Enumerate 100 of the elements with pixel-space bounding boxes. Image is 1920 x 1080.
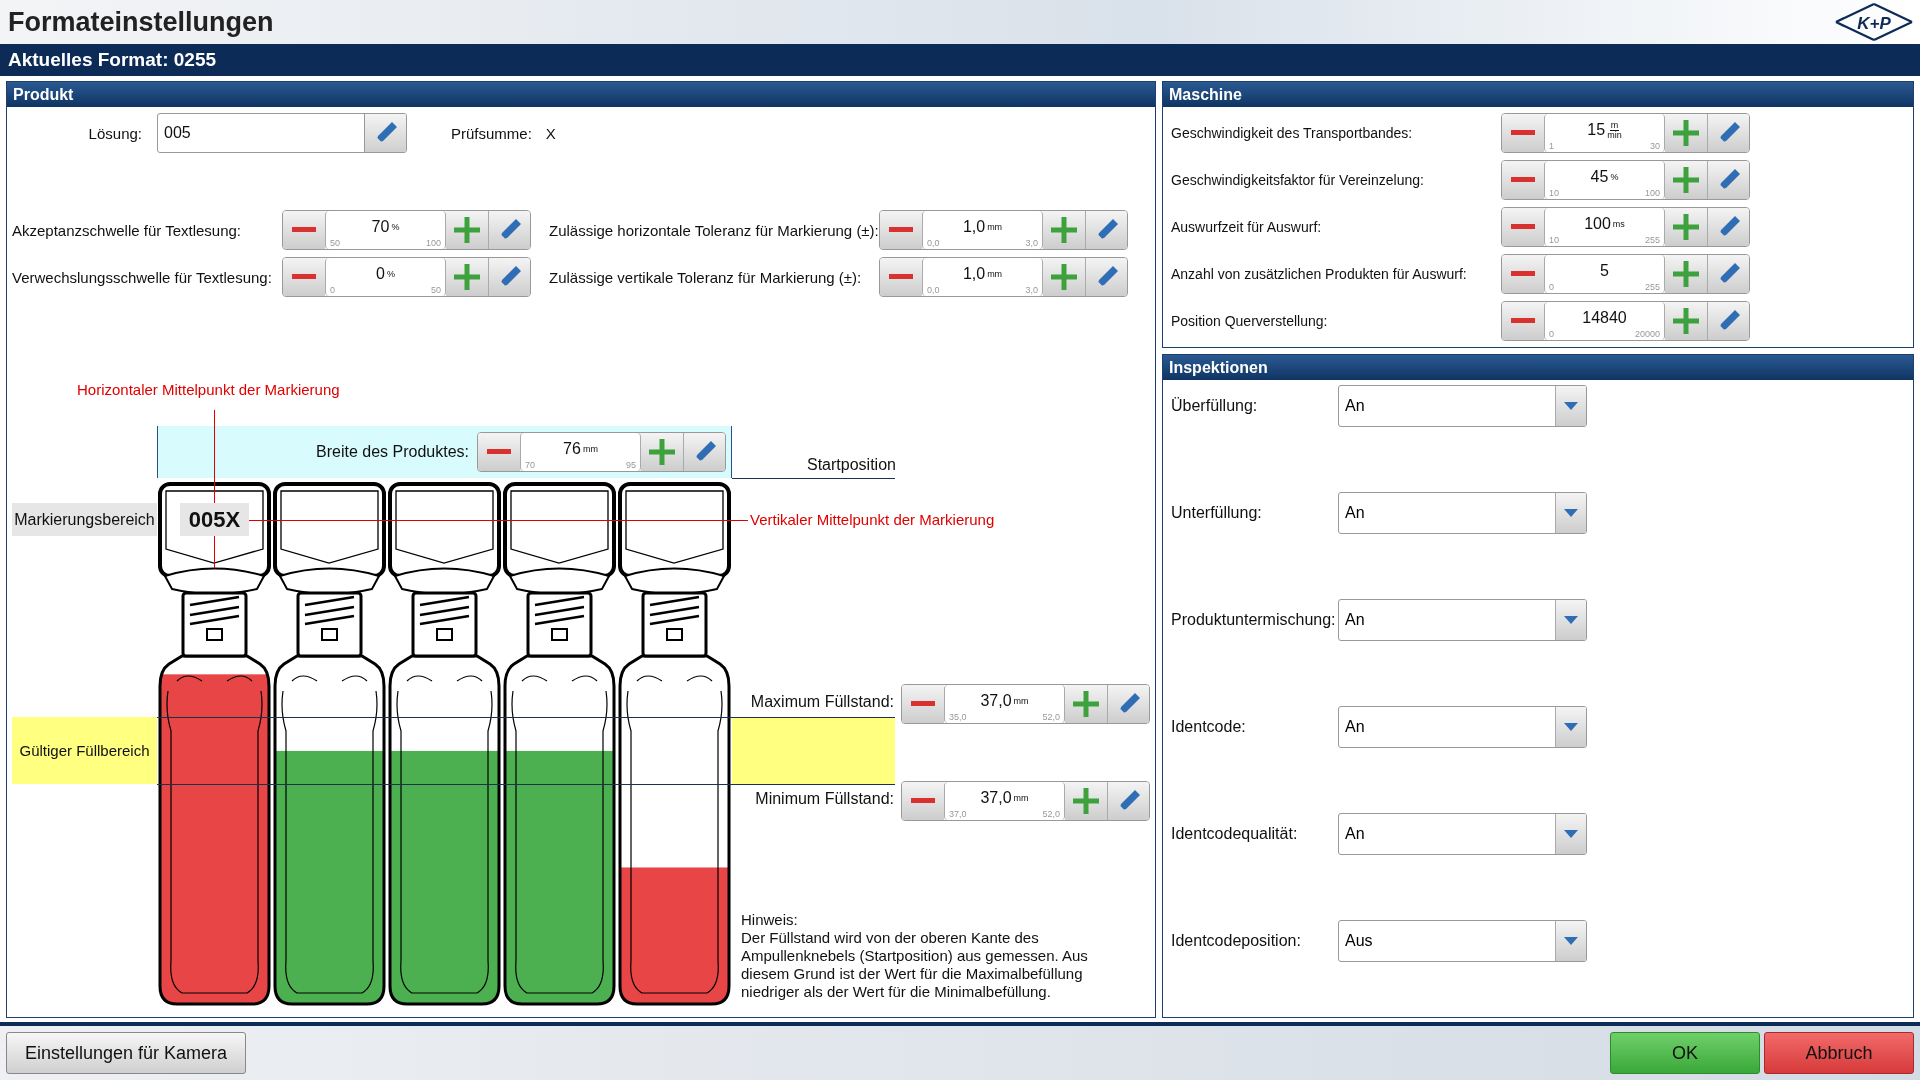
- value-field[interactable]: 100 ms 10 255: [1544, 208, 1665, 246]
- checksum-value: X: [545, 124, 556, 142]
- dropdown[interactable]: An: [1338, 599, 1587, 641]
- caret-icon: [1564, 616, 1578, 624]
- max-label: 3,0: [1025, 285, 1038, 295]
- note-title: Hinweis:: [741, 911, 798, 929]
- edit-button[interactable]: [488, 258, 530, 296]
- dropdown[interactable]: An: [1338, 706, 1587, 748]
- value-field[interactable]: 1,0 mm 0,0 3,0: [922, 258, 1043, 296]
- minus-button[interactable]: [880, 211, 922, 249]
- plus-button[interactable]: [641, 433, 683, 471]
- value-field[interactable]: 1,0 mm 0,0 3,0: [922, 211, 1043, 249]
- plus-button[interactable]: [446, 211, 488, 249]
- plus-button[interactable]: [1665, 161, 1707, 199]
- edit-button[interactable]: [1085, 258, 1127, 296]
- minus-button[interactable]: [283, 211, 325, 249]
- value-field[interactable]: 37,0 mm 37,0 52,0: [944, 782, 1065, 820]
- dropdown[interactable]: An: [1338, 492, 1587, 534]
- minus-button[interactable]: [283, 258, 325, 296]
- plus-icon: [1051, 264, 1077, 290]
- edit-button[interactable]: [1707, 302, 1749, 340]
- dropdown[interactable]: An: [1338, 385, 1587, 427]
- plus-button[interactable]: [1665, 208, 1707, 246]
- edit-button[interactable]: [1707, 255, 1749, 293]
- minus-button[interactable]: [902, 685, 944, 723]
- plus-icon: [1073, 691, 1099, 717]
- edit-button[interactable]: [1707, 114, 1749, 152]
- plus-button[interactable]: [1043, 211, 1085, 249]
- edit-button[interactable]: [1085, 211, 1127, 249]
- min-label: 10: [1549, 188, 1559, 198]
- annotation-label: Startposition: [807, 456, 896, 474]
- setting-label: Verwechslungsschwelle für Textlesung:: [11, 268, 273, 286]
- value-field[interactable]: 70% 50 100: [325, 211, 446, 249]
- minus-icon: [889, 274, 913, 280]
- max-label: 100: [425, 238, 441, 248]
- minus-button[interactable]: [1502, 255, 1544, 293]
- minus-button[interactable]: [880, 258, 922, 296]
- dropdown[interactable]: An: [1338, 813, 1587, 855]
- caret-icon: [1564, 402, 1578, 410]
- edit-button[interactable]: [1707, 208, 1749, 246]
- ok-button[interactable]: OK: [1610, 1032, 1760, 1074]
- plus-icon: [454, 264, 480, 290]
- plus-button[interactable]: [1065, 782, 1107, 820]
- current-format-bar: Aktuelles Format: 0255: [0, 44, 1920, 76]
- value-field[interactable]: 0% 0 50: [325, 258, 446, 296]
- plus-button[interactable]: [1065, 685, 1107, 723]
- camera-settings-button[interactable]: Einstellungen für Kamera: [6, 1032, 247, 1074]
- value-field[interactable]: 45% 10 100: [1544, 161, 1665, 199]
- max-label: 50: [431, 285, 441, 295]
- minus-button[interactable]: [1502, 161, 1544, 199]
- plus-icon: [454, 217, 480, 243]
- minus-button[interactable]: [902, 782, 944, 820]
- setting-label: Akzeptanzschwelle für Textlesung:: [11, 221, 242, 239]
- max-label: 52,0: [1042, 809, 1060, 819]
- setting-label: Breite des Produktes:: [316, 443, 469, 461]
- plus-button[interactable]: [446, 258, 488, 296]
- plus-icon: [1051, 217, 1077, 243]
- minus-button[interactable]: [1502, 302, 1544, 340]
- max-label: 30: [1650, 141, 1660, 151]
- setting-label: Identcodeposition:: [1171, 932, 1302, 950]
- max-label: 255: [1644, 235, 1660, 245]
- solution-field[interactable]: 005: [157, 113, 407, 153]
- minus-button[interactable]: [1502, 208, 1544, 246]
- annotation-label: Horizontaler Mittelpunkt der Markierung: [77, 381, 340, 398]
- setting-label: Position Querverstellung:: [1171, 313, 1329, 329]
- setting-label: Zulässige vertikale Toleranz für Markierung (±):: [548, 268, 863, 286]
- plus-icon: [1673, 308, 1699, 334]
- edit-button[interactable]: [1707, 161, 1749, 199]
- value-field[interactable]: 5 0 255: [1544, 255, 1665, 293]
- edit-button[interactable]: [1107, 685, 1149, 723]
- edit-button[interactable]: [364, 114, 406, 152]
- value-field[interactable]: 37,0 mm 35,0 52,0: [944, 685, 1065, 723]
- max-label: 3,0: [1025, 238, 1038, 248]
- plus-button[interactable]: [1665, 114, 1707, 152]
- plus-button[interactable]: [1665, 255, 1707, 293]
- setting-label: Identcodequalität:: [1171, 825, 1299, 843]
- setting-label: Überfüllung:: [1171, 397, 1259, 415]
- max-label: 52,0: [1042, 712, 1060, 722]
- minus-icon: [1511, 271, 1535, 277]
- min-label: 1: [1549, 141, 1554, 151]
- edit-button[interactable]: [488, 211, 530, 249]
- cancel-button[interactable]: Abbruch: [1764, 1032, 1914, 1074]
- minus-button[interactable]: [1502, 114, 1544, 152]
- min-label: 0: [330, 285, 335, 295]
- max-label: 100: [1644, 188, 1660, 198]
- edit-button[interactable]: [1107, 782, 1149, 820]
- value-field[interactable]: 14840 0 20000: [1544, 302, 1665, 340]
- field-label: Prüfsumme:: [451, 124, 532, 142]
- value-field[interactable]: 76 mm 70 95: [520, 433, 641, 471]
- dropdown[interactable]: Aus: [1338, 920, 1587, 962]
- plus-button[interactable]: [1665, 302, 1707, 340]
- plus-icon: [1073, 788, 1099, 814]
- minus-button[interactable]: [478, 433, 520, 471]
- caret-icon: [1564, 509, 1578, 517]
- plus-icon: [1673, 167, 1699, 193]
- minus-icon: [1511, 130, 1535, 136]
- caret-icon: [1564, 830, 1578, 838]
- plus-button[interactable]: [1043, 258, 1085, 296]
- minus-icon: [487, 449, 511, 455]
- edit-button[interactable]: [683, 433, 725, 471]
